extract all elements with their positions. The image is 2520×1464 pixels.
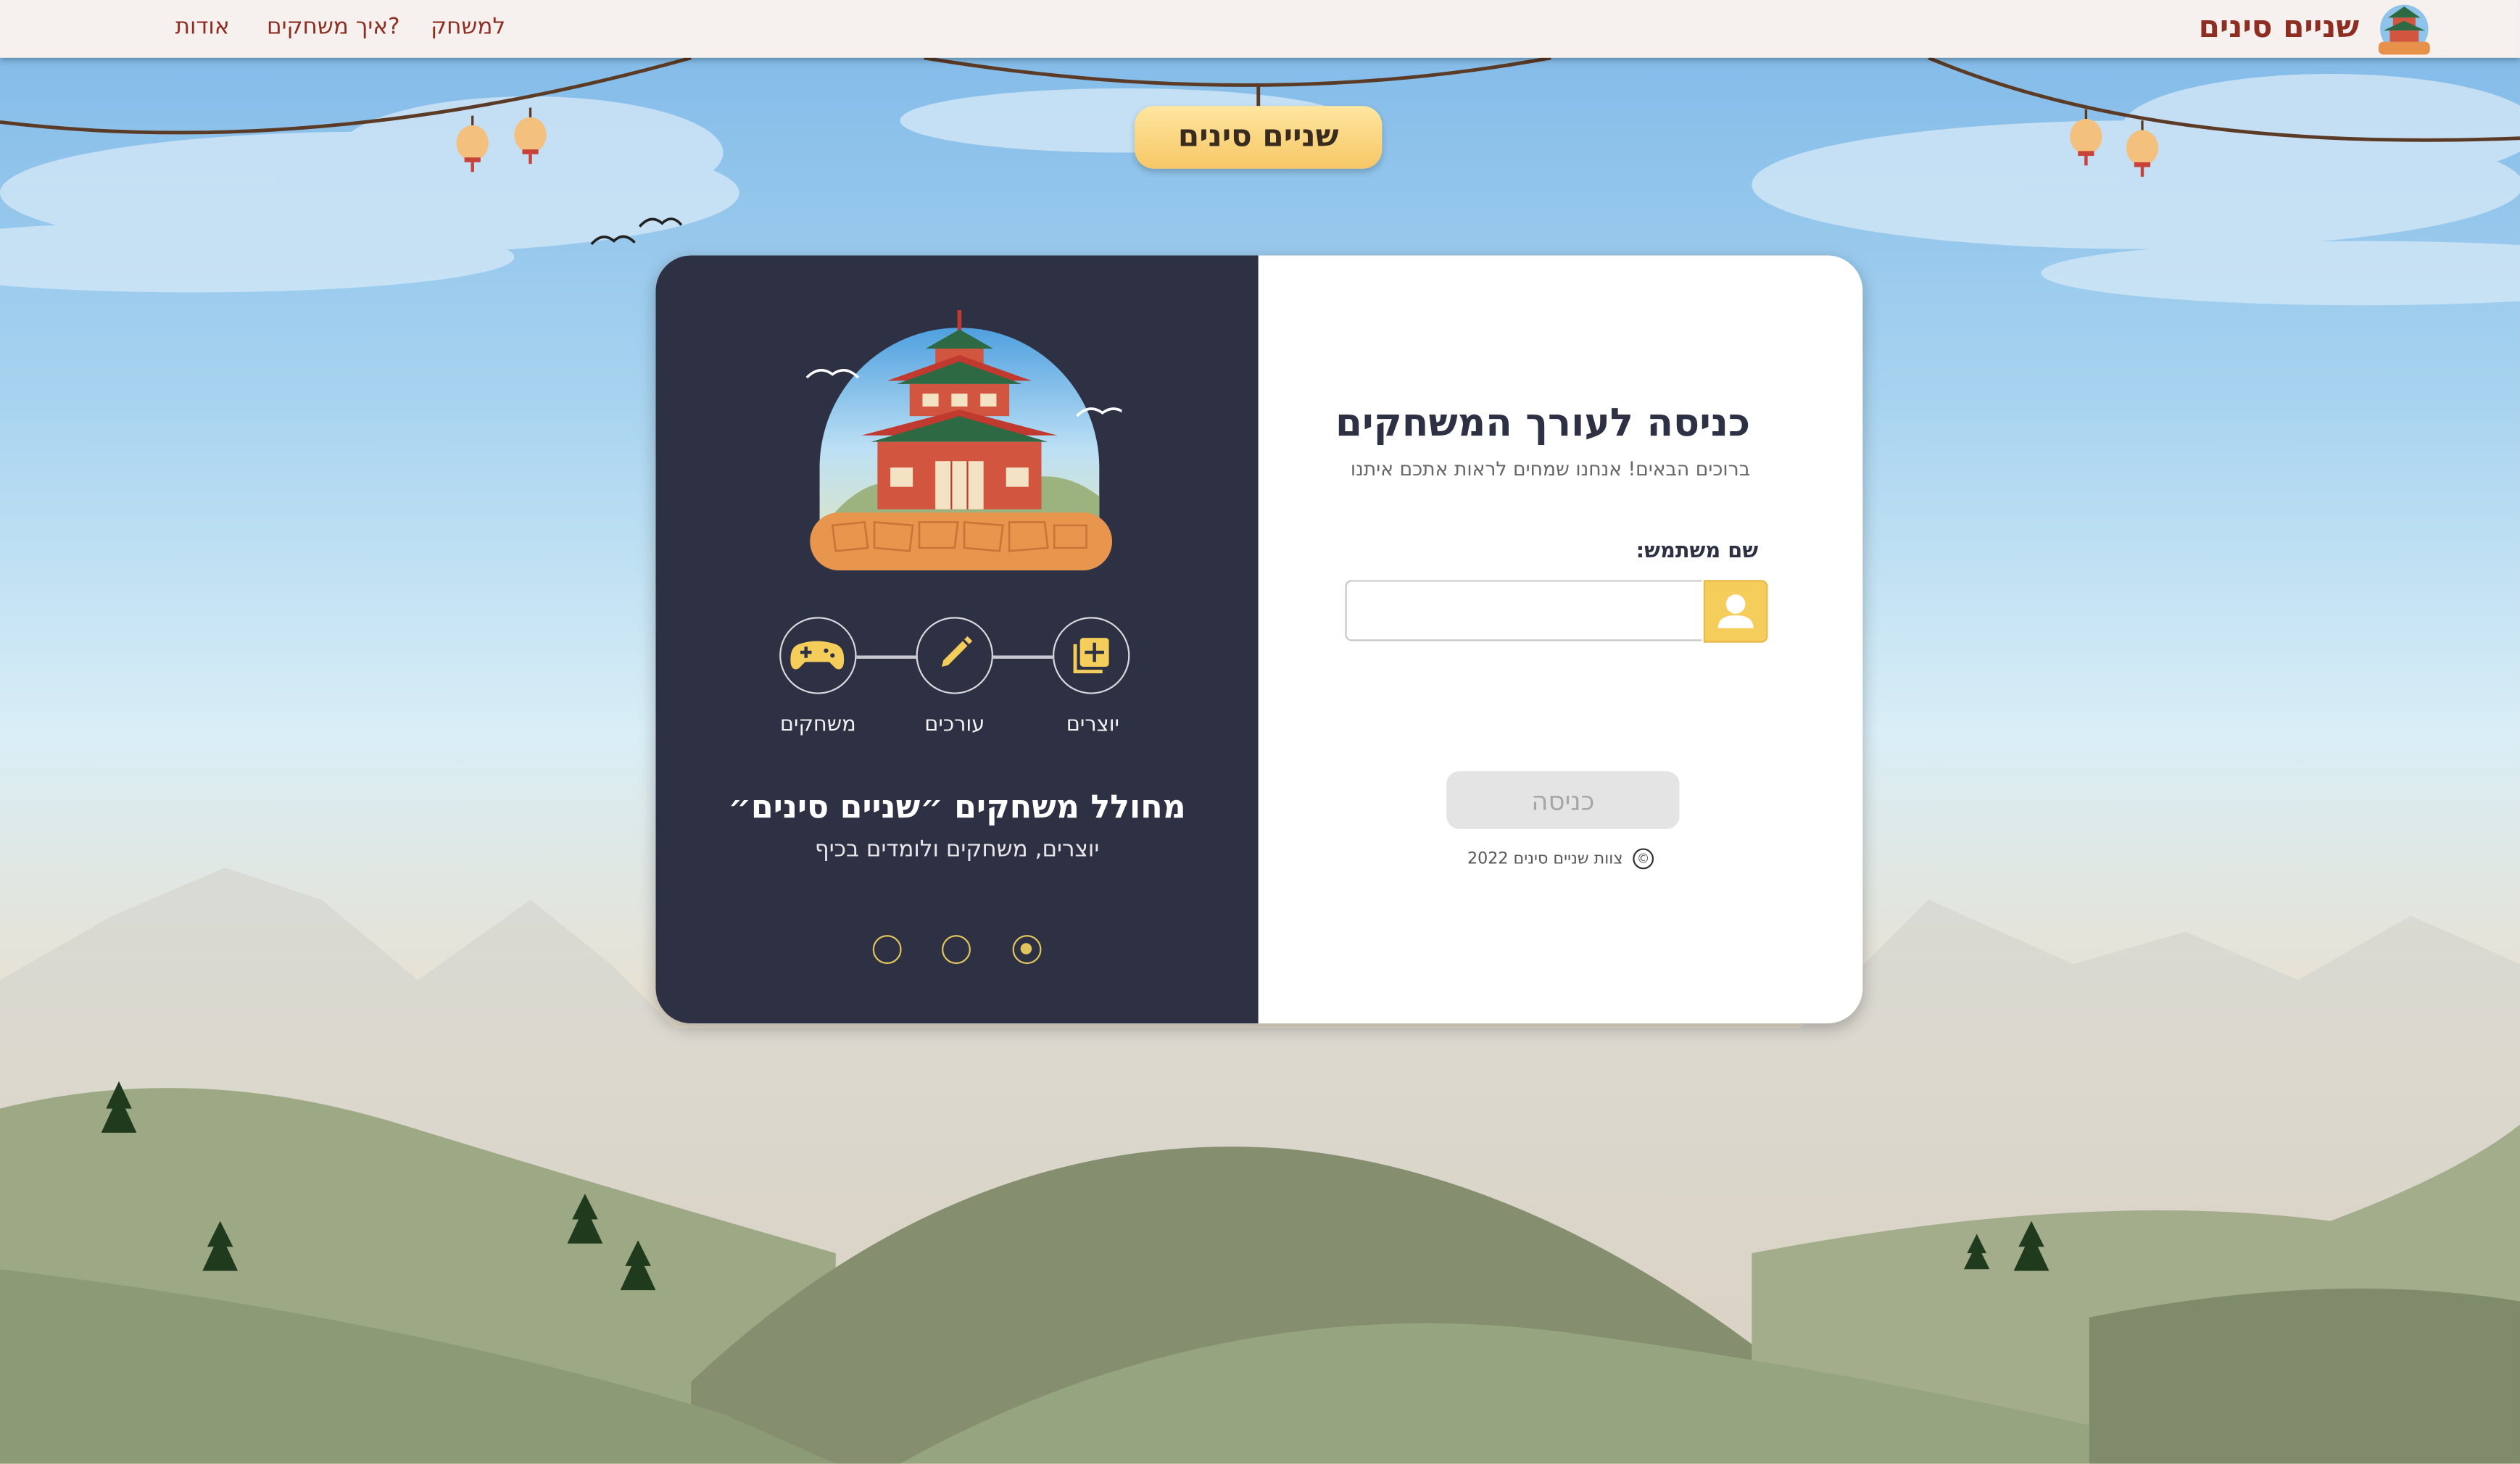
copyright: צוות שניים סינים 2022 © [1259,848,1863,870]
step-edit [916,617,993,694]
user-icon-box [1703,580,1768,643]
username-input[interactable] [1345,580,1702,641]
pagoda-logo-icon[interactable] [2369,1,2440,56]
step-connector [992,655,1055,658]
brand-name[interactable]: שניים סינים [2199,9,2360,45]
login-button[interactable]: כניסה [1446,771,1680,829]
panel-title: מחולל משחקים ״שניים סינים״ [728,787,1186,826]
nav-link-how-to-play[interactable]: איך משחקים? [267,14,400,40]
copyright-text: צוות שניים סינים 2022 [1467,850,1623,869]
step-label-create: יוצרים [1066,713,1120,738]
add-cards-icon [1073,638,1109,674]
step-create [1053,617,1130,694]
pencil-icon [942,636,973,667]
step-label-play: משחקים [779,713,856,738]
login-card: משחקים עורכים יוצרים מחולל משחקים ״שניים… [655,255,1863,1024]
step-label-edit: עורכים [924,713,985,738]
login-subtitle: ברוכים הבאים! אנחנו שמחים לראות אתכם אית… [1350,457,1751,481]
login-page: אודות איך משחקים? למשחק שניים סינים שניי… [0,0,2520,1464]
nav-link-about[interactable]: אודות [175,14,230,40]
carousel-dot[interactable] [942,935,971,965]
user-icon [1717,594,1754,628]
pagoda-illustration [805,309,1122,570]
panel-subtitle: יוצרים, משחקים ולומדים בכיף [814,836,1100,863]
login-form: כניסה לעורך המשחקים ברוכים הבאים! אנחנו … [1258,255,1863,1024]
username-label: שם משתמש: [1636,539,1759,565]
nav-link-play[interactable]: למשחק [431,14,505,40]
info-panel: משחקים עורכים יוצרים מחולל משחקים ״שניים… [655,255,1259,1024]
copyright-icon: © [1633,848,1654,870]
login-title: כניסה לעורך המשחקים [1335,399,1751,446]
carousel-dot[interactable] [872,935,902,965]
step-play [779,617,857,694]
app-title-badge: שניים סינים [1135,106,1383,169]
top-navbar: אודות איך משחקים? למשחק שניים סינים [0,0,2520,58]
step-connector [856,655,918,658]
carousel-dot-active[interactable] [1012,935,1042,965]
hill-front-right [2089,1288,2520,1464]
gamepad-icon [790,641,845,670]
